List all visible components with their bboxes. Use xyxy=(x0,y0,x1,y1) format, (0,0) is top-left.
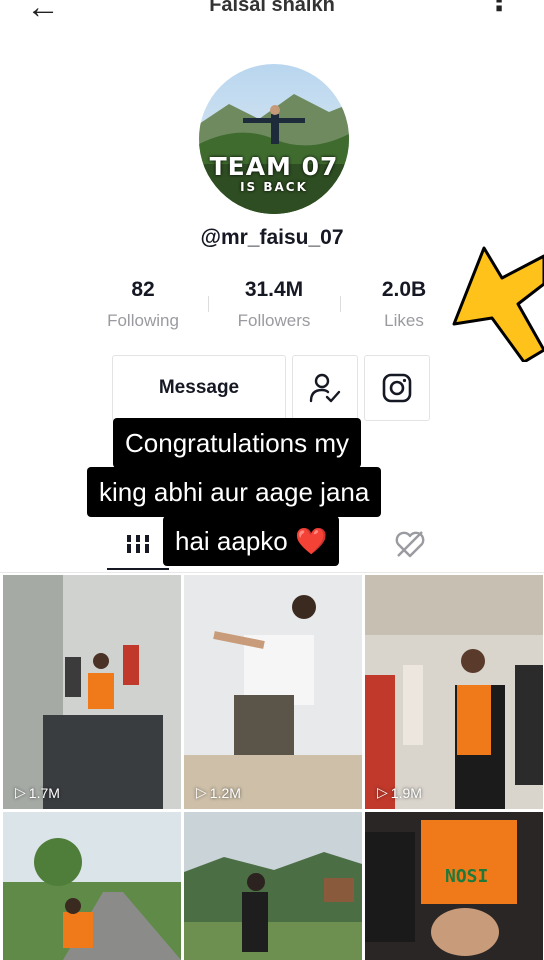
play-icon: ▷ xyxy=(196,784,207,800)
avatar[interactable]: TEAM 07 IS BACK xyxy=(199,64,349,214)
message-button[interactable]: Message xyxy=(112,355,286,421)
view-count-value: 1.7M xyxy=(28,784,60,801)
caption-line-3: hai aapko ❤️ xyxy=(163,516,340,566)
play-icon: ▷ xyxy=(15,784,26,800)
instagram-icon xyxy=(382,373,412,403)
stat-followers[interactable]: 31.4M Followers xyxy=(204,278,344,331)
stat-value: 31.4M xyxy=(244,278,304,301)
video-thumbnail-text: NOSI xyxy=(445,866,488,887)
view-count: ▷ 1.2M xyxy=(196,784,241,801)
video-tile[interactable]: ▷ 1.7M xyxy=(3,575,181,809)
view-count: ▷ 1.7M xyxy=(15,784,60,801)
stat-label: Followers xyxy=(237,311,311,330)
avatar-text-line-2: IS BACK xyxy=(240,180,308,194)
top-bar: ← Faisal shaikh ⋮ xyxy=(0,0,544,24)
profile-title: Faisal shaikh xyxy=(209,0,335,16)
stat-following[interactable]: 82 Following xyxy=(73,278,213,331)
view-count-value: 1.2M xyxy=(209,784,241,801)
more-vertical-icon[interactable]: ⋮ xyxy=(484,0,514,16)
video-tile[interactable]: ▷ 1.2M xyxy=(184,575,362,809)
caption-line-2: king abhi aur aage jana xyxy=(87,467,382,517)
grid-bars-icon xyxy=(125,535,151,553)
tab-divider xyxy=(0,572,544,573)
view-count-value: 1.9M xyxy=(390,784,422,801)
user-check-icon xyxy=(309,373,341,403)
video-tile[interactable]: ▷ 1.9M xyxy=(365,575,543,809)
avatar-text-line-1: TEAM 07 xyxy=(209,152,339,181)
instagram-button[interactable] xyxy=(364,355,430,421)
stat-value: 82 xyxy=(131,278,155,301)
view-count: ▷ 1.9M xyxy=(377,784,422,801)
yellow-arrow-icon xyxy=(452,246,544,362)
stat-label: Following xyxy=(107,311,179,330)
video-tile[interactable] xyxy=(3,812,181,960)
message-button-label: Message xyxy=(158,377,240,398)
follow-status-button[interactable] xyxy=(292,355,358,421)
video-tile[interactable] xyxy=(184,812,362,960)
play-icon: ▷ xyxy=(377,784,388,800)
caption-line-1: Congratulations my xyxy=(113,418,361,468)
tab-videos[interactable] xyxy=(110,524,166,564)
video-tile[interactable]: NOSI xyxy=(365,812,543,960)
active-tab-indicator xyxy=(107,568,169,570)
liked-heart-icon[interactable] xyxy=(392,526,428,562)
